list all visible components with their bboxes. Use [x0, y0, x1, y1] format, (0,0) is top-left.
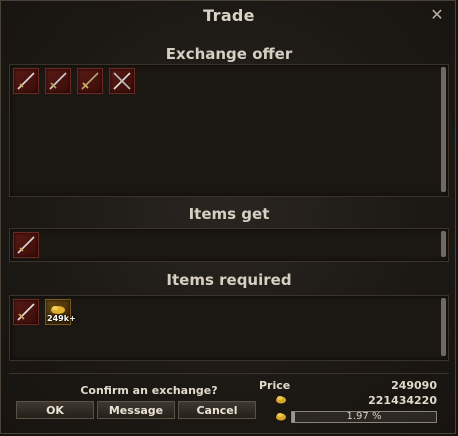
ok-button[interactable]: OK: [16, 401, 94, 419]
exchange-offer-panel: [9, 64, 449, 197]
exchange-offer-item[interactable]: [109, 68, 135, 94]
close-icon[interactable]: ✕: [429, 7, 445, 23]
exchange-offer-item[interactable]: [13, 68, 39, 94]
items-required-title: Items required: [166, 271, 292, 289]
items-required-scrollbar[interactable]: [441, 298, 446, 356]
items-required-panel: 249k+: [9, 295, 449, 361]
sword-icon: [17, 236, 35, 254]
balance-value: 221434220: [368, 394, 437, 407]
progress-bar: 1.97 %: [291, 411, 437, 423]
exchange-offer-title: Exchange offer: [165, 45, 293, 63]
price-value: 249090: [391, 379, 437, 392]
progress-text: 1.97 %: [346, 411, 382, 422]
message-button[interactable]: Message: [97, 401, 175, 419]
items-get-title: Items get: [188, 205, 270, 223]
exchange-offer-scrollbar[interactable]: [441, 67, 446, 192]
sword-icon: [81, 72, 99, 90]
items-required-item[interactable]: [13, 299, 39, 325]
gold-coin-icon: [276, 413, 286, 421]
items-get-panel: [9, 228, 449, 262]
items-required-gold[interactable]: 249k+: [45, 299, 76, 325]
exchange-offer-item[interactable]: [45, 68, 71, 94]
price-label: Price: [259, 379, 291, 392]
sword-icon: [113, 72, 131, 90]
confirm-text: Confirm an exchange?: [80, 384, 218, 397]
window-title: Trade: [203, 6, 255, 25]
gold-amount-badge: 249k+: [47, 314, 76, 323]
items-get-scrollbar[interactable]: [441, 231, 446, 257]
items-get-item[interactable]: [13, 232, 39, 258]
sword-icon: [17, 72, 35, 90]
trade-window: Trade ✕ Exchange offer Items get Items r…: [0, 0, 456, 434]
cancel-button[interactable]: Cancel: [178, 401, 256, 419]
gold-coin-icon: [276, 396, 286, 404]
sword-icon: [49, 72, 67, 90]
exchange-offer-item[interactable]: [77, 68, 103, 94]
trade-footer: Confirm an exchange? OK Message Cancel P…: [9, 373, 449, 426]
sword-icon: [17, 303, 35, 321]
